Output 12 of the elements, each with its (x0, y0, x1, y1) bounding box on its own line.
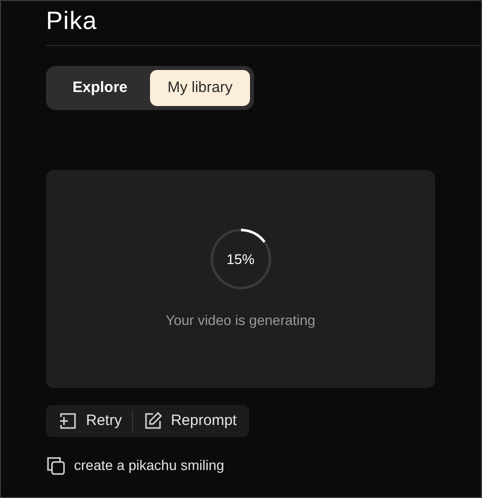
status-text: Your video is generating (166, 311, 316, 330)
progress-percent: 15% (226, 251, 255, 267)
copy-icon[interactable] (46, 456, 66, 476)
edit-icon (142, 411, 163, 431)
reprompt-button[interactable]: Reprompt (132, 405, 247, 437)
progress-ring (210, 228, 272, 290)
tab[interactable]: My library (150, 70, 250, 106)
retry-button[interactable]: Retry (48, 405, 132, 437)
logo[interactable]: Pika (46, 7, 98, 35)
plus-box-icon (58, 411, 78, 431)
tab[interactable]: Explore (50, 70, 150, 106)
prompt-text: create a pikachu smiling (74, 456, 224, 475)
